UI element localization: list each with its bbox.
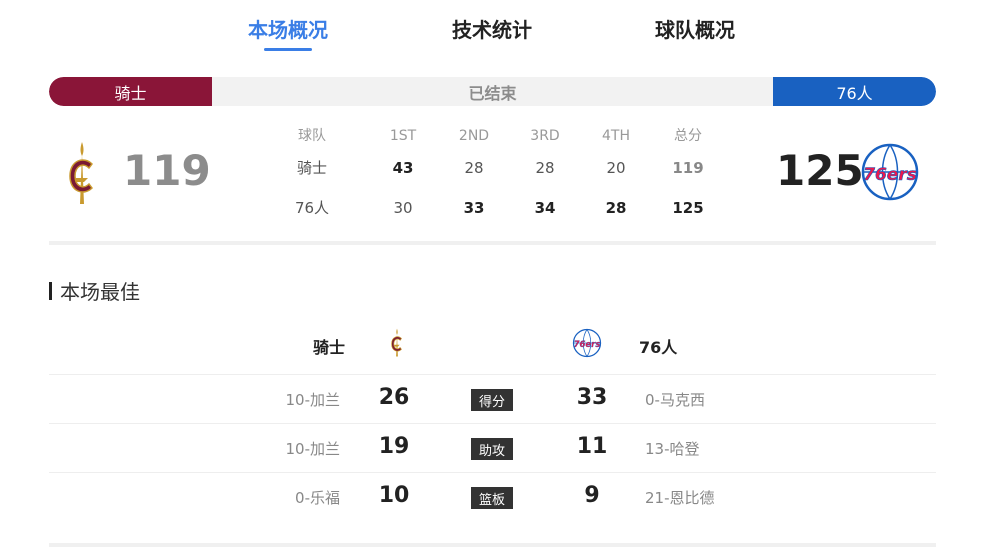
away-player-name[interactable]: 0-马克西 (645, 389, 705, 410)
header-total: 总分 (674, 128, 702, 144)
game-status-label: 已结束 (468, 83, 517, 103)
away-player-value: 33 (576, 385, 608, 410)
game-status-bar: 骑士 已结束 76人 (49, 77, 936, 106)
stat-category-badge: 得分 (471, 389, 513, 411)
svg-text:76ers: 76ers (574, 340, 601, 350)
top-tabs: 本场概况 技术统计 球队概况 (0, 0, 1000, 60)
tab-game-overview[interactable]: 本场概况 (248, 14, 328, 43)
row-q3: 34 (534, 199, 556, 217)
stat-category-badge: 助攻 (471, 438, 513, 460)
row-team: 骑士 (296, 159, 327, 177)
76ers-logo-icon[interactable]: 76ers (572, 328, 602, 358)
away-score: 125 (776, 146, 864, 195)
section-divider (49, 543, 936, 547)
active-tab-indicator (264, 48, 312, 51)
row-q2: 33 (463, 199, 485, 217)
status-home-team[interactable]: 骑士 (49, 77, 212, 106)
home-player-value: 26 (378, 385, 410, 410)
home-player-value: 19 (378, 434, 410, 459)
best-players-title: 本场最佳 (49, 276, 140, 305)
76ers-logo-icon[interactable]: 76ers (860, 142, 920, 202)
row-q1: 30 (393, 199, 413, 217)
home-player-name[interactable]: 10-加兰 (286, 389, 341, 410)
home-player-name[interactable]: 0-乐福 (295, 487, 340, 508)
best-away-team[interactable]: 76人 (639, 334, 677, 358)
best-row-points: 10-加兰 26 得分 33 0-马克西 (49, 374, 936, 423)
tab-team-overview[interactable]: 球队概况 (655, 14, 735, 43)
best-home-team[interactable]: 骑士 (313, 334, 345, 358)
row-total: 119 (672, 159, 704, 177)
header-team: 球队 (298, 128, 326, 144)
home-score: 119 (123, 146, 211, 195)
row-q2: 28 (464, 159, 484, 177)
row-total: 125 (672, 199, 704, 217)
tab-tech-stats[interactable]: 技术统计 (452, 14, 532, 43)
best-row-assists: 10-加兰 19 助攻 11 13-哈登 (49, 423, 936, 472)
section-title-bar (49, 281, 52, 300)
row-q1: 43 (392, 159, 414, 177)
header-q2: 2ND (458, 128, 490, 144)
row-q3: 28 (535, 159, 555, 177)
cavaliers-logo-icon[interactable] (388, 326, 406, 360)
status-away-team[interactable]: 76人 (773, 77, 936, 106)
away-player-value: 11 (576, 434, 608, 459)
section-divider (49, 241, 936, 245)
table-row: 骑士 43 28 28 20 119 (270, 154, 740, 194)
away-player-name[interactable]: 21-恩比德 (645, 487, 715, 508)
best-players-title-text: 本场最佳 (60, 280, 140, 304)
away-player-name[interactable]: 13-哈登 (645, 438, 700, 459)
table-row: 76人 30 33 34 28 125 (270, 194, 740, 234)
away-player-value: 9 (584, 483, 600, 508)
quarter-score-table: 球队 1ST 2ND 3RD 4TH 总分 骑士 43 28 28 20 119… (270, 122, 740, 234)
row-q4: 28 (605, 199, 627, 217)
header-q1: 1ST (389, 128, 417, 144)
row-q4: 20 (606, 159, 626, 177)
row-team: 76人 (294, 199, 330, 217)
best-row-rebounds: 0-乐福 10 篮板 9 21-恩比德 (49, 472, 936, 521)
home-player-value: 10 (378, 483, 410, 508)
header-q4: 4TH (602, 128, 630, 144)
svg-text:76ers: 76ers (863, 165, 917, 185)
header-q3: 3RD (530, 128, 560, 144)
home-player-name[interactable]: 10-加兰 (286, 438, 341, 459)
stat-category-badge: 篮板 (471, 487, 513, 509)
cavaliers-logo-icon[interactable] (62, 138, 102, 210)
quarter-table-header: 球队 1ST 2ND 3RD 4TH 总分 (270, 122, 740, 150)
